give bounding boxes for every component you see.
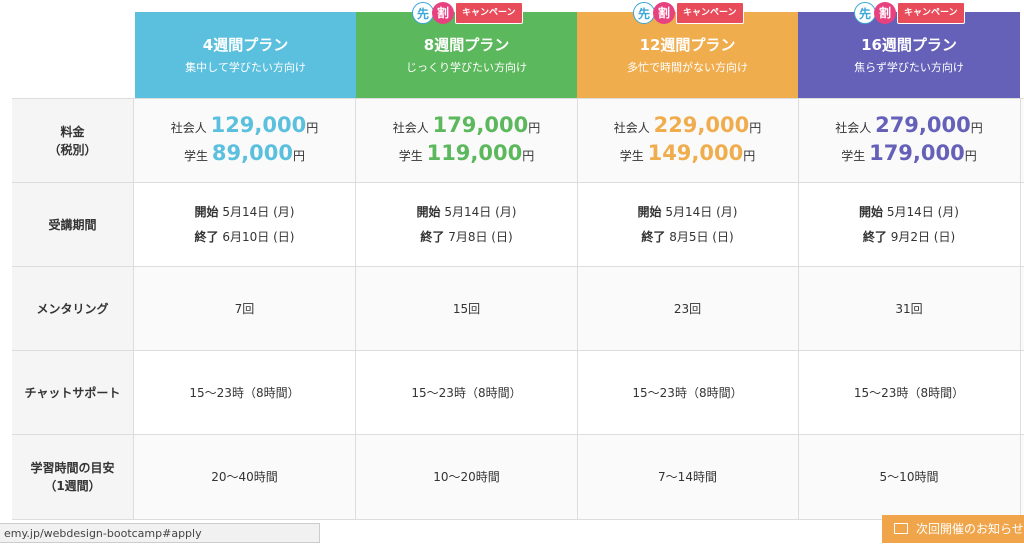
- period-cell: 開始 5月14日 (月) 終了 9月2日 (日): [798, 183, 1021, 267]
- fee-cell: 社会人 129,000円 学生 89,000円: [134, 99, 356, 183]
- study-cell: 10〜20時間: [356, 435, 578, 519]
- early-discount-badge: 先割: [854, 2, 896, 24]
- period-cell: 開始 5月14日 (月) 終了 6月10日 (日): [134, 183, 356, 267]
- campaign-badges: 先割 キャンペーン: [633, 2, 744, 24]
- mentoring-cell: 7回: [134, 267, 356, 351]
- early-discount-badge: 先割: [412, 2, 454, 24]
- period-row: 受講期間 開始 5月14日 (月) 終了 6月10日 (日) 開始 5月14日 …: [12, 182, 1024, 267]
- study-row: 学習時間の目安 （1週間） 20〜40時間 10〜20時間 7〜14時間 5〜10…: [12, 434, 1024, 520]
- fee-label: 料金 （税別）: [12, 99, 134, 183]
- chat-cell: 15〜23時（8時間）: [577, 351, 799, 435]
- campaign-badge: キャンペーン: [455, 2, 523, 24]
- mail-icon: [894, 523, 908, 534]
- period-cell: 開始 5月14日 (月) 終了 7月8日 (日): [356, 183, 578, 267]
- study-cell: 20〜40時間: [134, 435, 356, 519]
- plan-name: 8週間プラン: [423, 36, 510, 54]
- plan-tagline: 多忙で時間がない方向け: [627, 61, 748, 74]
- period-label: 受講期間: [12, 183, 134, 267]
- status-url: emy.jp/webdesign-bootcamp#apply: [0, 523, 320, 543]
- plan-name: 4週間プラン: [202, 36, 289, 54]
- plan-name: 16週間プラン: [861, 36, 957, 54]
- chat-label: チャットサポート: [12, 351, 134, 435]
- chat-row: チャットサポート 15〜23時（8時間） 15〜23時（8時間） 15〜23時（…: [12, 350, 1024, 435]
- campaign-badges: 先割 キャンペーン: [412, 2, 523, 24]
- plan-tagline: じっくり学びたい方向け: [406, 61, 527, 74]
- early-discount-badge: 先割: [633, 2, 675, 24]
- next-session-notice-button[interactable]: 次回開催のお知らせ: [882, 515, 1024, 543]
- mentoring-cell: 23回: [577, 267, 799, 351]
- fee-cell: 社会人 229,000円 学生 149,000円: [577, 99, 799, 183]
- chat-cell: 15〜23時（8時間）: [356, 351, 578, 435]
- fee-cell: 社会人 179,000円 学生 119,000円: [356, 99, 578, 183]
- campaign-badges: 先割 キャンペーン: [854, 2, 965, 24]
- period-cell: 開始 5月14日 (月) 終了 8月5日 (日): [577, 183, 799, 267]
- campaign-badge: キャンペーン: [676, 2, 744, 24]
- study-cell: 7〜14時間: [577, 435, 799, 519]
- campaign-badge: キャンペーン: [897, 2, 965, 24]
- study-cell: 5〜10時間: [798, 435, 1021, 519]
- mentoring-cell: 15回: [356, 267, 578, 351]
- mentoring-label: メンタリング: [12, 267, 134, 351]
- chat-cell: 15〜23時（8時間）: [798, 351, 1021, 435]
- fee-cell: 社会人 279,000円 学生 179,000円: [798, 99, 1021, 183]
- chat-cell: 15〜23時（8時間）: [134, 351, 356, 435]
- mentoring-row: メンタリング 7回 15回 23回 31回: [12, 266, 1024, 351]
- plan-header-16w: 先割 キャンペーン 16週間プラン 焦らず学びたい方向け: [798, 2, 1020, 98]
- plan-name: 12週間プラン: [639, 36, 736, 54]
- plan-header-12w: 先割 キャンペーン 12週間プラン 多忙で時間がない方向け: [577, 2, 798, 98]
- plan-tagline: 焦らず学びたい方向け: [854, 61, 964, 74]
- plan-header-8w: 先割 キャンペーン 8週間プラン じっくり学びたい方向け: [356, 2, 577, 98]
- plan-header-4w: 4週間プラン 集中して学びたい方向け: [135, 12, 356, 98]
- mentoring-cell: 31回: [798, 267, 1021, 351]
- study-label: 学習時間の目安 （1週間）: [12, 435, 134, 519]
- fee-row: 料金 （税別） 社会人 129,000円 学生 89,000円 社会人 179,0…: [12, 98, 1024, 183]
- plan-tagline: 集中して学びたい方向け: [185, 61, 306, 74]
